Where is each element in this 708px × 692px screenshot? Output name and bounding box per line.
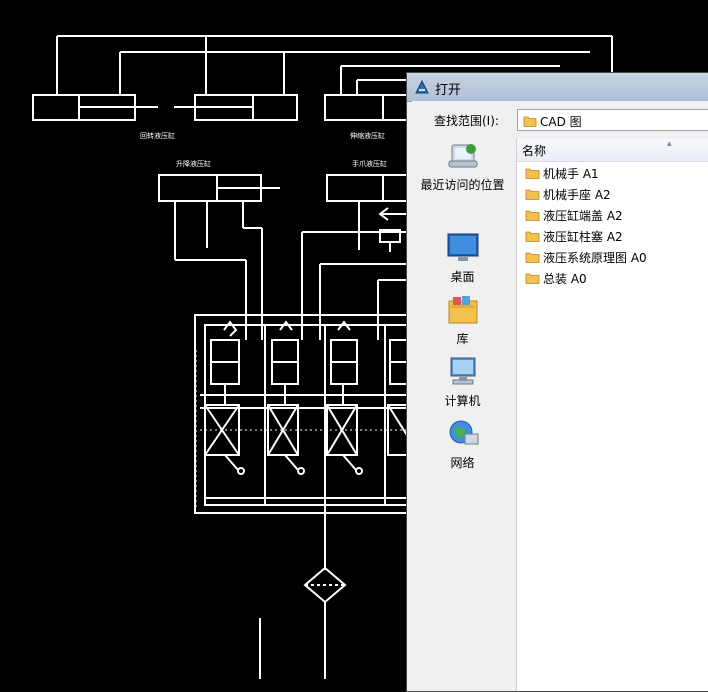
lift-cylinder-label: 升降液压缸 bbox=[176, 159, 211, 168]
place-recent-locations[interactable]: 最近访问的位置 bbox=[412, 139, 513, 193]
folder-icon bbox=[525, 249, 540, 268]
folder-icon bbox=[525, 186, 540, 205]
place-desktop[interactable]: 桌面 bbox=[412, 231, 513, 285]
place-computer[interactable]: 计算机 bbox=[412, 355, 513, 409]
column-header-label: 名称 bbox=[522, 144, 547, 158]
folder-name: 液压缸柱塞 A2 bbox=[543, 230, 623, 244]
open-file-dialog: 打开 查找范围(I): CAD 图 最近访问的位置 桌面 库 计算机 网络 名称… bbox=[406, 72, 708, 692]
network-icon bbox=[445, 417, 481, 451]
sort-ascending-icon: ▴ bbox=[667, 139, 672, 149]
places-bar: 最近访问的位置 桌面 库 计算机 网络 bbox=[412, 139, 513, 691]
look-in-dropdown[interactable]: CAD 图 bbox=[517, 109, 708, 131]
place-label: 最近访问的位置 bbox=[420, 178, 505, 192]
gripper-cylinder-label: 手爪液压缸 bbox=[352, 159, 387, 168]
rotary-cylinder-label: 回转液压缸 bbox=[140, 131, 175, 140]
folder-name: 液压缸端盖 A2 bbox=[543, 209, 623, 223]
look-in-label: 查找范围(I): bbox=[434, 114, 499, 128]
look-in-value: CAD 图 bbox=[540, 115, 582, 129]
place-network[interactable]: 网络 bbox=[412, 417, 513, 471]
column-header-name[interactable]: 名称 ▴ bbox=[517, 139, 708, 162]
folder-name: 机械手 A1 bbox=[543, 167, 599, 181]
place-libraries[interactable]: 库 bbox=[412, 293, 513, 347]
place-label: 库 bbox=[456, 332, 469, 346]
file-list-pane[interactable]: 名称 ▴ 机械手 A1 机械手座 A2 液压缸端盖 A2 液压缸柱塞 A2 液压… bbox=[516, 139, 708, 691]
desktop-icon bbox=[445, 231, 481, 265]
computer-icon bbox=[445, 355, 481, 389]
place-label: 计算机 bbox=[444, 394, 481, 408]
folder-icon bbox=[525, 228, 540, 247]
folder-icon bbox=[525, 165, 540, 184]
place-label: 网络 bbox=[450, 456, 475, 470]
folder-icon bbox=[525, 207, 540, 226]
folder-name: 液压系统原理图 A0 bbox=[543, 251, 647, 265]
telescopic-cylinder-label: 伸缩液压缸 bbox=[350, 131, 385, 140]
dialog-title-bar[interactable]: 打开 bbox=[407, 73, 708, 102]
folder-icon bbox=[525, 270, 540, 289]
folder-icon bbox=[523, 113, 537, 132]
autocad-app-icon bbox=[414, 79, 430, 95]
dialog-title: 打开 bbox=[435, 83, 462, 98]
recent-places-icon bbox=[445, 139, 481, 173]
libraries-icon bbox=[445, 293, 481, 327]
folder-name: 总装 A0 bbox=[543, 272, 587, 286]
place-label: 桌面 bbox=[450, 270, 475, 284]
dialog-body: 查找范围(I): CAD 图 最近访问的位置 桌面 库 计算机 网络 名称 ▴ … bbox=[412, 101, 708, 691]
folder-name: 机械手座 A2 bbox=[543, 188, 611, 202]
